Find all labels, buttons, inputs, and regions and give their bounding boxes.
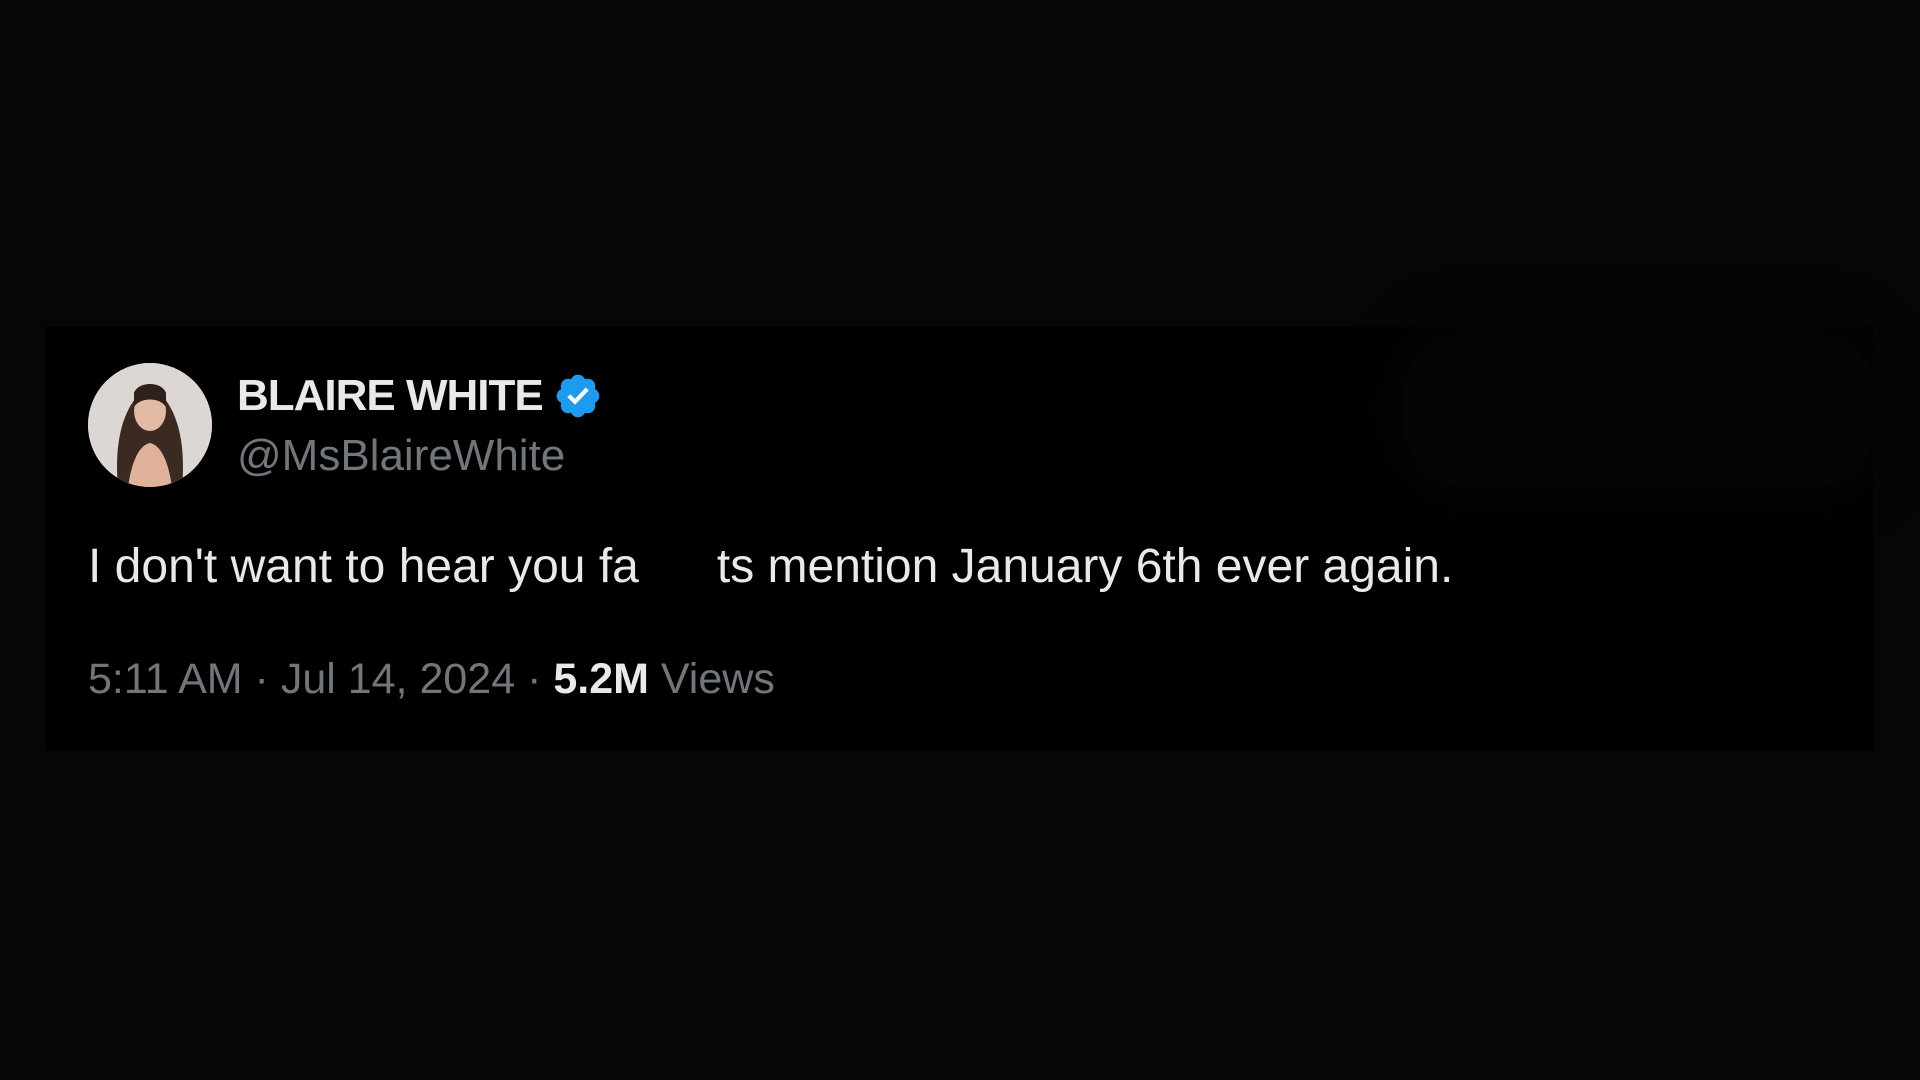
tweet-text: I don't want to hear you fa ts mention Ja…	[88, 539, 1453, 594]
screenshot-stage: BLAIRE WHITE @MsBlaireWhite I don't want…	[0, 0, 1920, 1080]
tweet-text-part-2: ts mention January 6th ever again.	[716, 540, 1454, 593]
tweet-text-part-1: I don't want to hear you fa	[88, 540, 639, 593]
censor-blur	[638, 551, 717, 588]
meta-separator: ·	[254, 655, 269, 703]
avatar-photo	[88, 363, 212, 487]
views-count[interactable]: 5.2M	[553, 655, 649, 703]
tweet-date[interactable]: Jul 14, 2024	[281, 655, 515, 703]
avatar[interactable]	[88, 363, 212, 487]
meta-separator: ·	[527, 655, 542, 703]
display-name-row: BLAIRE WHITE	[237, 369, 603, 423]
views-label: Views	[660, 655, 775, 703]
user-handle[interactable]: @MsBlaireWhite	[237, 431, 565, 481]
verified-badge-icon	[556, 374, 600, 418]
tweet-card[interactable]: BLAIRE WHITE @MsBlaireWhite I don't want…	[45, 327, 1875, 751]
tweet-time[interactable]: 5:11 AM	[88, 655, 243, 703]
tweet-meta: 5:11 AM · Jul 14, 2024 · 5.2M Views	[88, 655, 775, 704]
redacted-area	[1405, 335, 1875, 485]
display-name[interactable]: BLAIRE WHITE	[237, 371, 544, 421]
